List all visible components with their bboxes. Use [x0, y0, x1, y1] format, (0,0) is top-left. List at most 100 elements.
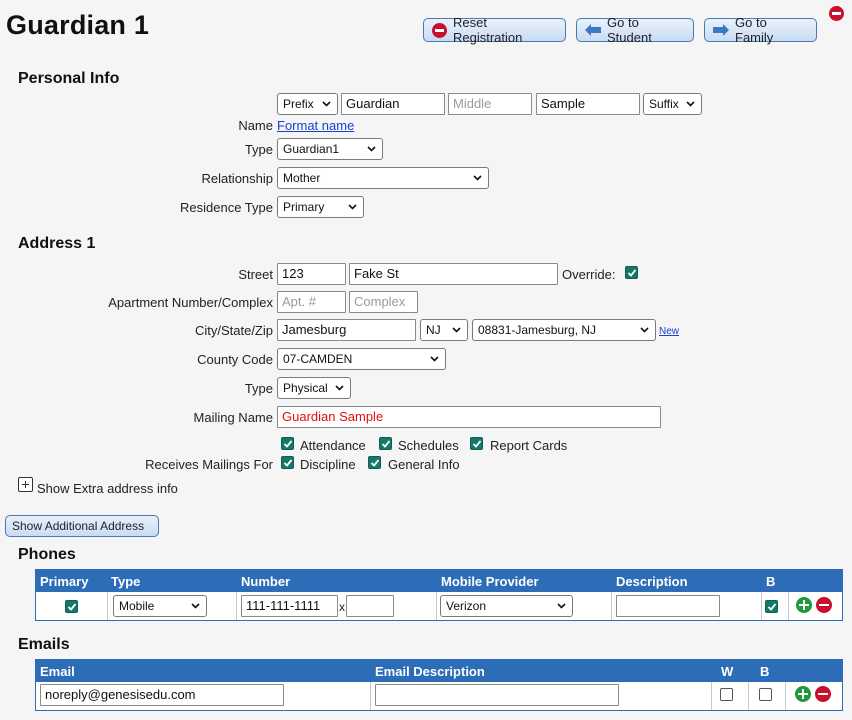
emails-col-description: Email Description — [375, 664, 485, 679]
last-name-input[interactable]: Sample — [536, 93, 640, 115]
check-icon — [472, 440, 482, 448]
phones-table-header: Primary Type Number Mobile Provider Desc… — [36, 570, 842, 592]
middle-name-input[interactable]: Middle — [448, 93, 532, 115]
check-icon — [283, 459, 293, 467]
chevron-down-icon — [322, 101, 331, 107]
general-info-checkbox[interactable] — [368, 456, 381, 469]
mobile-provider-select[interactable]: Verizon — [440, 595, 573, 617]
emails-col-email: Email — [40, 664, 75, 679]
email-description-input[interactable] — [375, 684, 619, 706]
schedules-label: Schedules — [398, 438, 459, 453]
arrow-right-icon — [713, 24, 729, 36]
address-type-label: Type — [244, 381, 273, 396]
phone-number-input[interactable]: 111-111-1111 — [241, 595, 338, 617]
check-icon — [767, 603, 777, 611]
suffix-select[interactable]: Suffix — [643, 93, 702, 115]
minus-circle-icon — [432, 22, 447, 38]
phones-table: Primary Type Number Mobile Provider Desc… — [35, 569, 843, 621]
city-state-zip-label: City/State/Zip — [194, 323, 273, 338]
format-name-link[interactable]: Format name — [277, 118, 354, 133]
state-value: NJ — [426, 323, 441, 337]
street-number-input[interactable]: 123 — [277, 263, 346, 285]
phone-primary-checkbox[interactable] — [65, 600, 78, 613]
emails-heading: Emails — [18, 636, 70, 653]
apartment-label: Apartment Number/Complex — [108, 295, 273, 310]
chevron-down-icon — [452, 327, 461, 333]
county-code-select[interactable]: 07-CAMDEN — [277, 348, 446, 370]
phones-col-primary: Primary — [40, 574, 89, 589]
residence-type-value: Primary — [283, 200, 325, 214]
remove-email-minus-icon[interactable] — [815, 686, 831, 702]
go-to-family-button[interactable]: Go to Family — [704, 15, 817, 45]
emails-table-header: Email Email Description W B — [36, 660, 842, 682]
discipline-label: Discipline — [300, 457, 356, 472]
state-select[interactable]: NJ — [420, 319, 468, 341]
arrow-left-icon — [585, 24, 601, 36]
phone-type-value: Mobile — [119, 599, 155, 613]
phone-extension-input[interactable] — [346, 595, 394, 617]
chevron-down-icon — [348, 204, 357, 210]
report-cards-label: Report Cards — [490, 438, 568, 453]
phones-col-type: Type — [111, 574, 141, 589]
go-to-student-button[interactable]: Go to Student — [576, 15, 694, 45]
phones-heading: Phones — [18, 546, 76, 563]
chevron-down-icon — [335, 385, 344, 391]
phone-type-select[interactable]: Mobile — [113, 595, 207, 617]
address-type-select[interactable]: Physical — [277, 377, 351, 399]
first-name-input[interactable]: Guardian — [341, 93, 445, 115]
show-additional-address-button[interactable]: Show Additional Address — [5, 515, 159, 537]
mobile-provider-value: Verizon — [446, 599, 487, 613]
zip-select[interactable]: 08831-Jamesburg, NJ — [472, 319, 656, 341]
check-icon — [283, 440, 293, 448]
email-input[interactable]: noreply@genesisedu.com — [40, 684, 284, 706]
page-title: Guardian 1 — [6, 10, 150, 40]
chevron-down-icon — [191, 603, 200, 609]
add-phone-plus-icon[interactable] — [796, 597, 812, 613]
attendance-checkbox[interactable] — [281, 437, 294, 450]
report-cards-checkbox[interactable] — [470, 437, 483, 450]
schedules-checkbox[interactable] — [379, 437, 392, 450]
emails-table: Email Email Description W B noreply@gene… — [35, 659, 843, 711]
relationship-label: Relationship — [201, 171, 273, 186]
relationship-select[interactable]: Mother — [277, 167, 489, 189]
email-w-checkbox[interactable] — [720, 688, 733, 701]
personal-info-heading: Personal Info — [18, 70, 120, 87]
remove-phone-minus-icon[interactable] — [816, 597, 832, 613]
prefix-select[interactable]: Prefix — [277, 93, 338, 115]
email-b-checkbox[interactable] — [759, 688, 772, 701]
street-name-input[interactable]: Fake St — [349, 263, 558, 285]
remove-guardian-icon[interactable] — [829, 6, 844, 21]
check-icon — [67, 603, 77, 611]
override-label: Override: — [562, 267, 616, 282]
prefix-value: Prefix — [283, 97, 314, 111]
check-icon — [627, 269, 637, 277]
chevron-down-icon — [473, 175, 482, 181]
discipline-checkbox[interactable] — [281, 456, 294, 469]
chevron-down-icon — [367, 146, 376, 152]
name-label: Name — [238, 118, 273, 133]
new-zip-link[interactable]: New — [659, 326, 679, 337]
city-input[interactable]: Jamesburg — [277, 319, 416, 341]
complex-input[interactable]: Complex — [349, 291, 418, 313]
phone-ext-separator: x — [339, 600, 345, 614]
apartment-number-input[interactable]: Apt. # — [277, 291, 346, 313]
suffix-value: Suffix — [649, 97, 679, 111]
residence-type-select[interactable]: Primary — [277, 196, 364, 218]
show-extra-address-label[interactable]: Show Extra address info — [37, 481, 178, 496]
mailing-name-input[interactable]: Guardian Sample — [277, 406, 661, 428]
zip-value: 08831-Jamesburg, NJ — [478, 323, 597, 337]
expand-plus-icon[interactable] — [18, 477, 33, 492]
guardian-type-value: Guardian1 — [283, 142, 340, 156]
check-icon — [381, 440, 391, 448]
go-to-student-label: Go to Student — [607, 15, 652, 45]
relationship-value: Mother — [283, 171, 321, 185]
phone-description-input[interactable] — [616, 595, 720, 617]
guardian-type-select[interactable]: Guardian1 — [277, 138, 383, 160]
override-checkbox[interactable] — [625, 266, 638, 279]
go-to-family-label: Go to Family — [735, 15, 774, 45]
phone-b-checkbox[interactable] — [765, 600, 778, 613]
emails-col-w: W — [721, 664, 734, 679]
reset-registration-button[interactable]: Reset Registration — [423, 15, 566, 45]
residence-type-label: Residence Type — [180, 200, 273, 215]
add-email-plus-icon[interactable] — [795, 686, 811, 702]
